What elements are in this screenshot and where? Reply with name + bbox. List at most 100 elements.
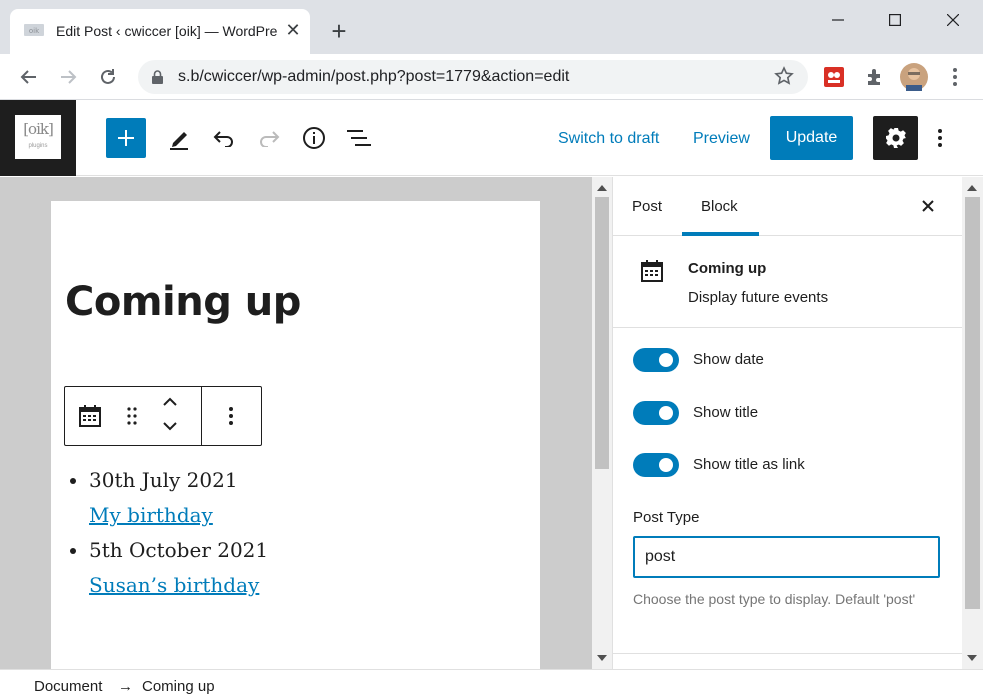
scroll-thumb[interactable]: [965, 197, 980, 609]
drag-handle-icon[interactable]: [117, 401, 147, 431]
chrome-menu-icon[interactable]: [941, 63, 969, 91]
site-logo: [oik] plugins: [15, 115, 61, 159]
chevron-up-icon[interactable]: [155, 393, 185, 411]
logo-subtext: plugins: [28, 143, 48, 149]
logo-text: [oik]: [23, 120, 54, 138]
lock-icon: [152, 70, 163, 84]
browser-toolbar: s.b/cwiccer/wp-admin/post.php?post=1779&…: [0, 54, 983, 100]
toggle-knob: [659, 406, 673, 420]
block-toolbar: [64, 386, 262, 446]
toggle-label[interactable]: Show title: [693, 404, 758, 421]
list-view-button[interactable]: [343, 122, 375, 154]
editor-page: Coming up • 30th July 2021 My birthday •…: [51, 201, 540, 671]
url-text: s.b/cwiccer/wp-admin/post.php?post=1779&…: [178, 68, 570, 85]
browser-titlebar: oik Edit Post ‹ cwiccer [oik] — WordPres…: [0, 0, 983, 54]
update-button[interactable]: Update: [770, 116, 853, 160]
gear-icon: [885, 128, 906, 148]
close-icon[interactable]: [917, 195, 939, 217]
post-title[interactable]: Coming up: [65, 279, 301, 325]
minimize-icon[interactable]: [816, 6, 860, 34]
details-button[interactable]: [298, 122, 330, 154]
favicon-icon: oik: [24, 24, 44, 36]
kebab-icon: [229, 407, 233, 425]
pencil-icon: [170, 132, 188, 150]
show-date-toggle[interactable]: [633, 348, 679, 372]
star-icon[interactable]: [774, 66, 794, 86]
scroll-up-icon[interactable]: [596, 183, 608, 193]
show-title-as-link-toggle[interactable]: [633, 453, 679, 477]
maximize-icon[interactable]: [873, 6, 917, 34]
scroll-down-icon[interactable]: [966, 653, 978, 663]
list-view-icon: [347, 130, 371, 146]
avatar[interactable]: [900, 63, 928, 91]
new-tab-button[interactable]: +: [326, 18, 352, 44]
block-breadcrumb: Document → Coming up: [0, 669, 983, 700]
options-menu-button[interactable]: [928, 122, 952, 154]
redo-icon: [260, 131, 280, 147]
info-icon: [303, 127, 325, 149]
event-date: 5th October 2021: [89, 538, 269, 562]
plus-icon: [118, 130, 134, 146]
sidebar-tabs: Post Block: [613, 177, 963, 236]
scroll-thumb[interactable]: [595, 197, 609, 469]
sidebar-scrollbar[interactable]: [962, 177, 983, 669]
site-logo-button[interactable]: [oik] plugins: [0, 100, 76, 176]
toggle-knob: [659, 458, 673, 472]
kebab-icon: [938, 129, 942, 147]
show-title-toggle[interactable]: [633, 401, 679, 425]
scroll-up-icon[interactable]: [966, 183, 978, 193]
event-list: 30th July 2021 My birthday 5th October 2…: [89, 463, 268, 603]
back-arrow-icon[interactable]: [14, 62, 44, 92]
block-card-title: Coming up: [688, 260, 767, 277]
tab-block[interactable]: Block: [701, 198, 738, 215]
toolbar-divider: [201, 387, 202, 445]
block-card-description: Display future events: [688, 289, 829, 306]
show-date-toggle-row: Show date: [633, 348, 953, 372]
address-bar[interactable]: s.b/cwiccer/wp-admin/post.php?post=1779&…: [138, 60, 808, 94]
event-link[interactable]: Susan’s birthday: [89, 568, 268, 603]
breadcrumb-current-block[interactable]: Coming up: [142, 678, 215, 695]
undo-icon: [213, 131, 233, 147]
extension-icon[interactable]: [820, 63, 848, 91]
chevron-down-icon[interactable]: [155, 417, 185, 435]
breadcrumb-document[interactable]: Document: [34, 678, 102, 695]
list-item: 30th July 2021 My birthday: [89, 463, 268, 533]
block-type-button[interactable]: [75, 401, 105, 431]
toggle-knob: [659, 353, 673, 367]
post-type-help: Choose the post type to display. Default…: [633, 591, 916, 607]
calendar-icon: [641, 260, 663, 282]
breadcrumb-separator: →: [118, 678, 133, 695]
panel-divider: [613, 653, 963, 654]
browser-tab[interactable]: oik Edit Post ‹ cwiccer [oik] — WordPres…: [10, 9, 310, 54]
editor-canvas: Coming up • 30th July 2021 My birthday •…: [0, 177, 592, 671]
list-item: 5th October 2021 Susan’s birthday: [89, 533, 268, 603]
redo-button[interactable]: [253, 122, 285, 154]
post-type-label: Post Type: [633, 509, 700, 526]
toggle-label[interactable]: Show title as link: [693, 456, 805, 473]
scroll-down-icon[interactable]: [596, 653, 608, 663]
reload-icon[interactable]: [93, 62, 123, 92]
forward-arrow-icon[interactable]: [53, 62, 83, 92]
event-link[interactable]: My birthday: [89, 498, 268, 533]
show-title-as-link-toggle-row: Show title as link: [633, 453, 953, 477]
undo-button[interactable]: [208, 122, 240, 154]
tab-close-icon[interactable]: ✕: [282, 19, 304, 41]
window-close-icon[interactable]: [931, 6, 975, 34]
block-inserter-button[interactable]: [106, 118, 146, 158]
canvas-scrollbar[interactable]: [592, 177, 612, 669]
settings-sidebar: Post Block Coming up Display future even…: [612, 177, 963, 669]
toggle-label[interactable]: Show date: [693, 351, 764, 368]
event-date: 30th July 2021: [89, 468, 238, 492]
calendar-icon: [79, 405, 101, 427]
block-options-button[interactable]: [216, 401, 246, 431]
show-title-toggle-row: Show title: [633, 401, 953, 425]
puzzle-icon[interactable]: [861, 63, 889, 91]
settings-button[interactable]: [873, 116, 918, 160]
tab-post[interactable]: Post: [632, 198, 662, 215]
post-type-input[interactable]: [633, 536, 940, 578]
block-card: Coming up Display future events: [613, 236, 963, 328]
preview-button[interactable]: Preview: [693, 130, 750, 148]
tab-title: Edit Post ‹ cwiccer [oik] — WordPress: [56, 23, 278, 39]
tools-button[interactable]: [163, 122, 195, 154]
switch-to-draft-button[interactable]: Switch to draft: [558, 130, 659, 148]
